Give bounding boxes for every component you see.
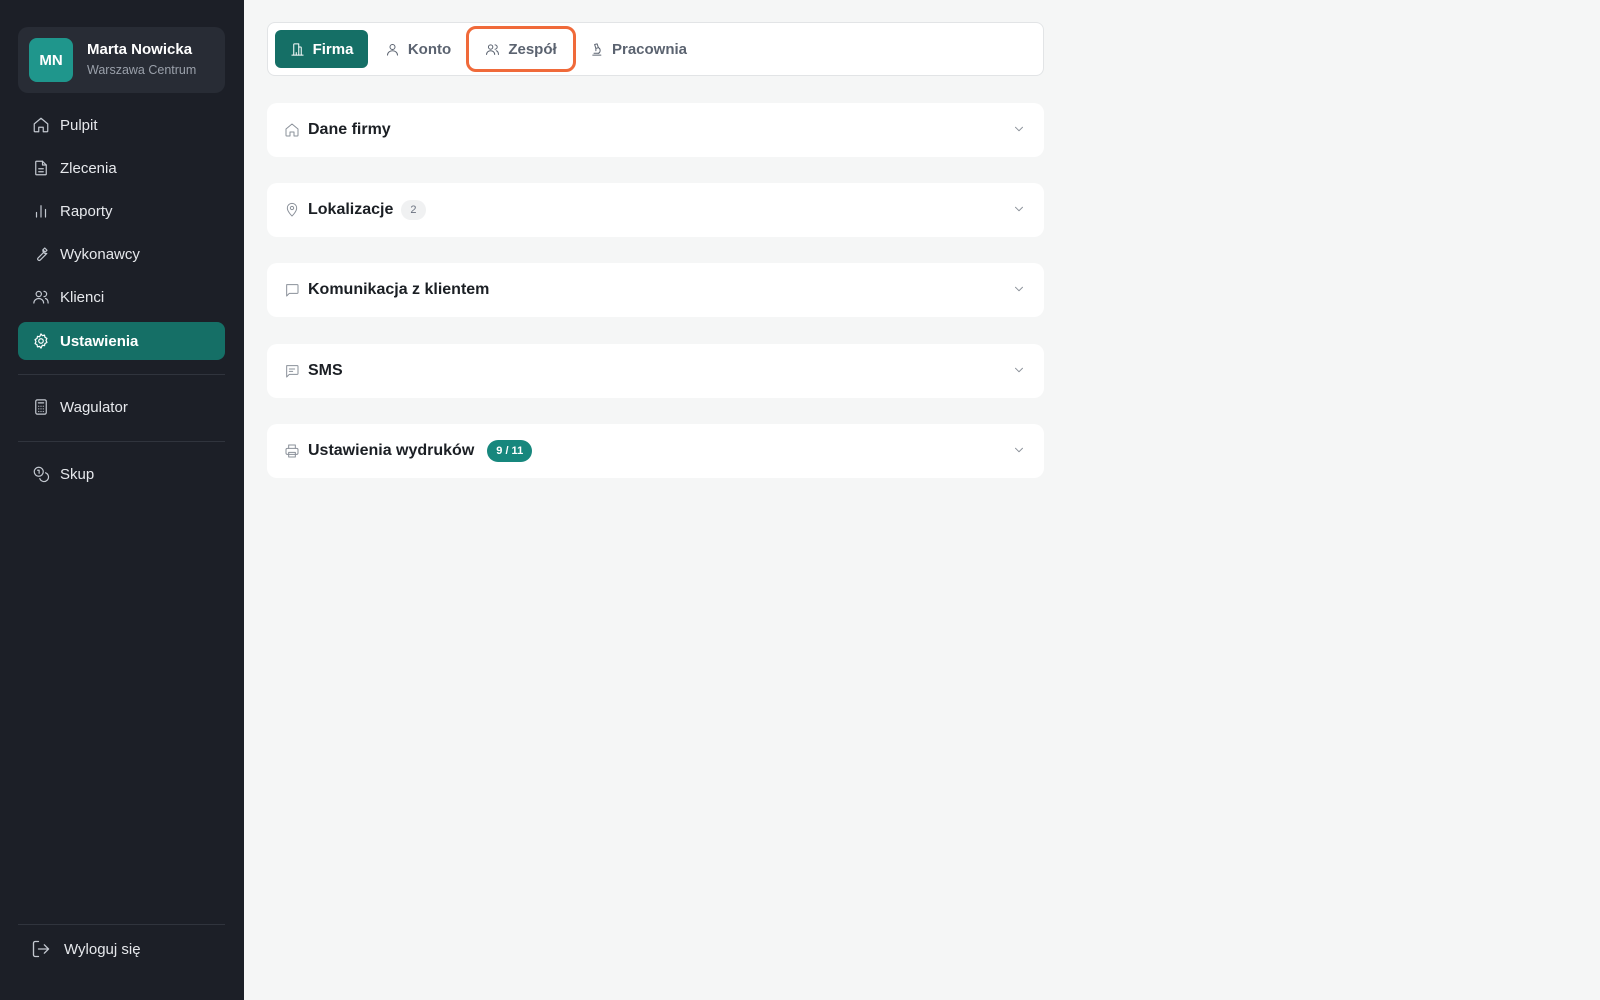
sidebar-item-raporty[interactable]: Raporty xyxy=(18,192,225,230)
section-title: Komunikacja z klientem xyxy=(308,281,490,298)
tab-konto[interactable]: Konto xyxy=(374,30,462,68)
sidebar-item-zlecenia[interactable]: Zlecenia xyxy=(18,149,225,187)
section-ustawienia-wydrukow[interactable]: Ustawienia wydruków 9 / 11 xyxy=(267,424,1044,478)
sidebar-item-wagulator[interactable]: Wagulator xyxy=(18,388,225,426)
message-icon xyxy=(284,281,302,299)
sidebar-item-label: Klienci xyxy=(60,288,105,306)
message-text-icon xyxy=(284,362,302,380)
microscope-icon xyxy=(589,41,605,57)
sidebar-item-wykonawcy[interactable]: Wykonawcy xyxy=(18,235,225,273)
bar-chart-icon xyxy=(31,201,51,221)
chevron-down-icon[interactable] xyxy=(1012,122,1026,136)
chevron-down-icon[interactable] xyxy=(1012,202,1026,216)
tab-pracownia[interactable]: Pracownia xyxy=(582,30,694,68)
document-icon xyxy=(31,158,51,178)
section-title: Ustawienia wydruków xyxy=(308,442,475,459)
section-lokalizacje[interactable]: Lokalizacje 2 xyxy=(267,183,1044,237)
user-name: Marta Nowicka xyxy=(87,41,193,58)
sidebar-item-pulpit[interactable]: Pulpit xyxy=(18,106,225,144)
gear-icon xyxy=(31,331,51,351)
users-icon xyxy=(485,41,501,57)
sidebar: MN Marta Nowicka Warszawa Centrum Pulpit… xyxy=(0,0,244,1000)
sidebar-item-skup[interactable]: Skup xyxy=(18,455,225,493)
tab-label: Pracownia xyxy=(611,40,688,58)
home-icon xyxy=(31,115,51,135)
wrench-icon xyxy=(31,244,51,264)
sidebar-item-label: Wagulator xyxy=(60,398,128,416)
tab-label: Firma xyxy=(312,40,354,58)
sidebar-divider xyxy=(18,441,225,442)
logout-icon xyxy=(30,938,52,960)
logout-label: Wyloguj się xyxy=(64,940,141,958)
calculator-icon xyxy=(31,397,51,417)
sidebar-item-klienci[interactable]: Klienci xyxy=(18,278,225,316)
count-badge: 2 xyxy=(401,200,426,220)
coins-icon xyxy=(31,464,51,484)
section-title: Dane firmy xyxy=(308,121,391,138)
sidebar-item-label: Zlecenia xyxy=(60,159,117,177)
printer-icon xyxy=(284,442,302,460)
sidebar-divider xyxy=(18,924,225,925)
section-komunikacja[interactable]: Komunikacja z klientem xyxy=(267,263,1044,317)
sidebar-item-label: Raporty xyxy=(60,202,113,220)
section-title: Lokalizacje xyxy=(308,201,394,218)
sidebar-item-label: Pulpit xyxy=(60,116,98,134)
home-icon xyxy=(284,121,302,139)
building-icon xyxy=(290,41,306,57)
sidebar-divider xyxy=(18,374,225,375)
chevron-down-icon[interactable] xyxy=(1012,363,1026,377)
status-badge: 9 / 11 xyxy=(487,440,533,462)
sidebar-item-ustawienia[interactable]: Ustawienia xyxy=(18,322,225,360)
section-dane-firmy[interactable]: Dane firmy xyxy=(267,103,1044,157)
logout-button[interactable]: Wyloguj się xyxy=(18,930,225,968)
tab-zespol[interactable]: Zespół xyxy=(466,26,576,72)
user-icon xyxy=(385,41,401,57)
section-sms[interactable]: SMS xyxy=(267,344,1044,398)
map-pin-icon xyxy=(284,201,302,219)
chevron-down-icon[interactable] xyxy=(1012,443,1026,457)
sidebar-item-label: Skup xyxy=(60,465,95,483)
tab-firma[interactable]: Firma xyxy=(275,30,368,68)
users-icon xyxy=(31,287,51,307)
settings-tabs: Firma Konto Zespół Pracownia xyxy=(267,22,1044,76)
avatar: MN xyxy=(29,38,73,82)
sidebar-item-label: Wykonawcy xyxy=(60,245,140,263)
sidebar-item-label: Ustawienia xyxy=(60,332,139,350)
tab-label: Zespół xyxy=(508,40,557,58)
tab-label: Konto xyxy=(407,40,452,58)
user-profile-card[interactable]: MN Marta Nowicka Warszawa Centrum xyxy=(18,27,225,93)
user-location: Warszawa Centrum xyxy=(87,63,197,77)
chevron-down-icon[interactable] xyxy=(1012,282,1026,296)
section-title: SMS xyxy=(308,362,343,379)
